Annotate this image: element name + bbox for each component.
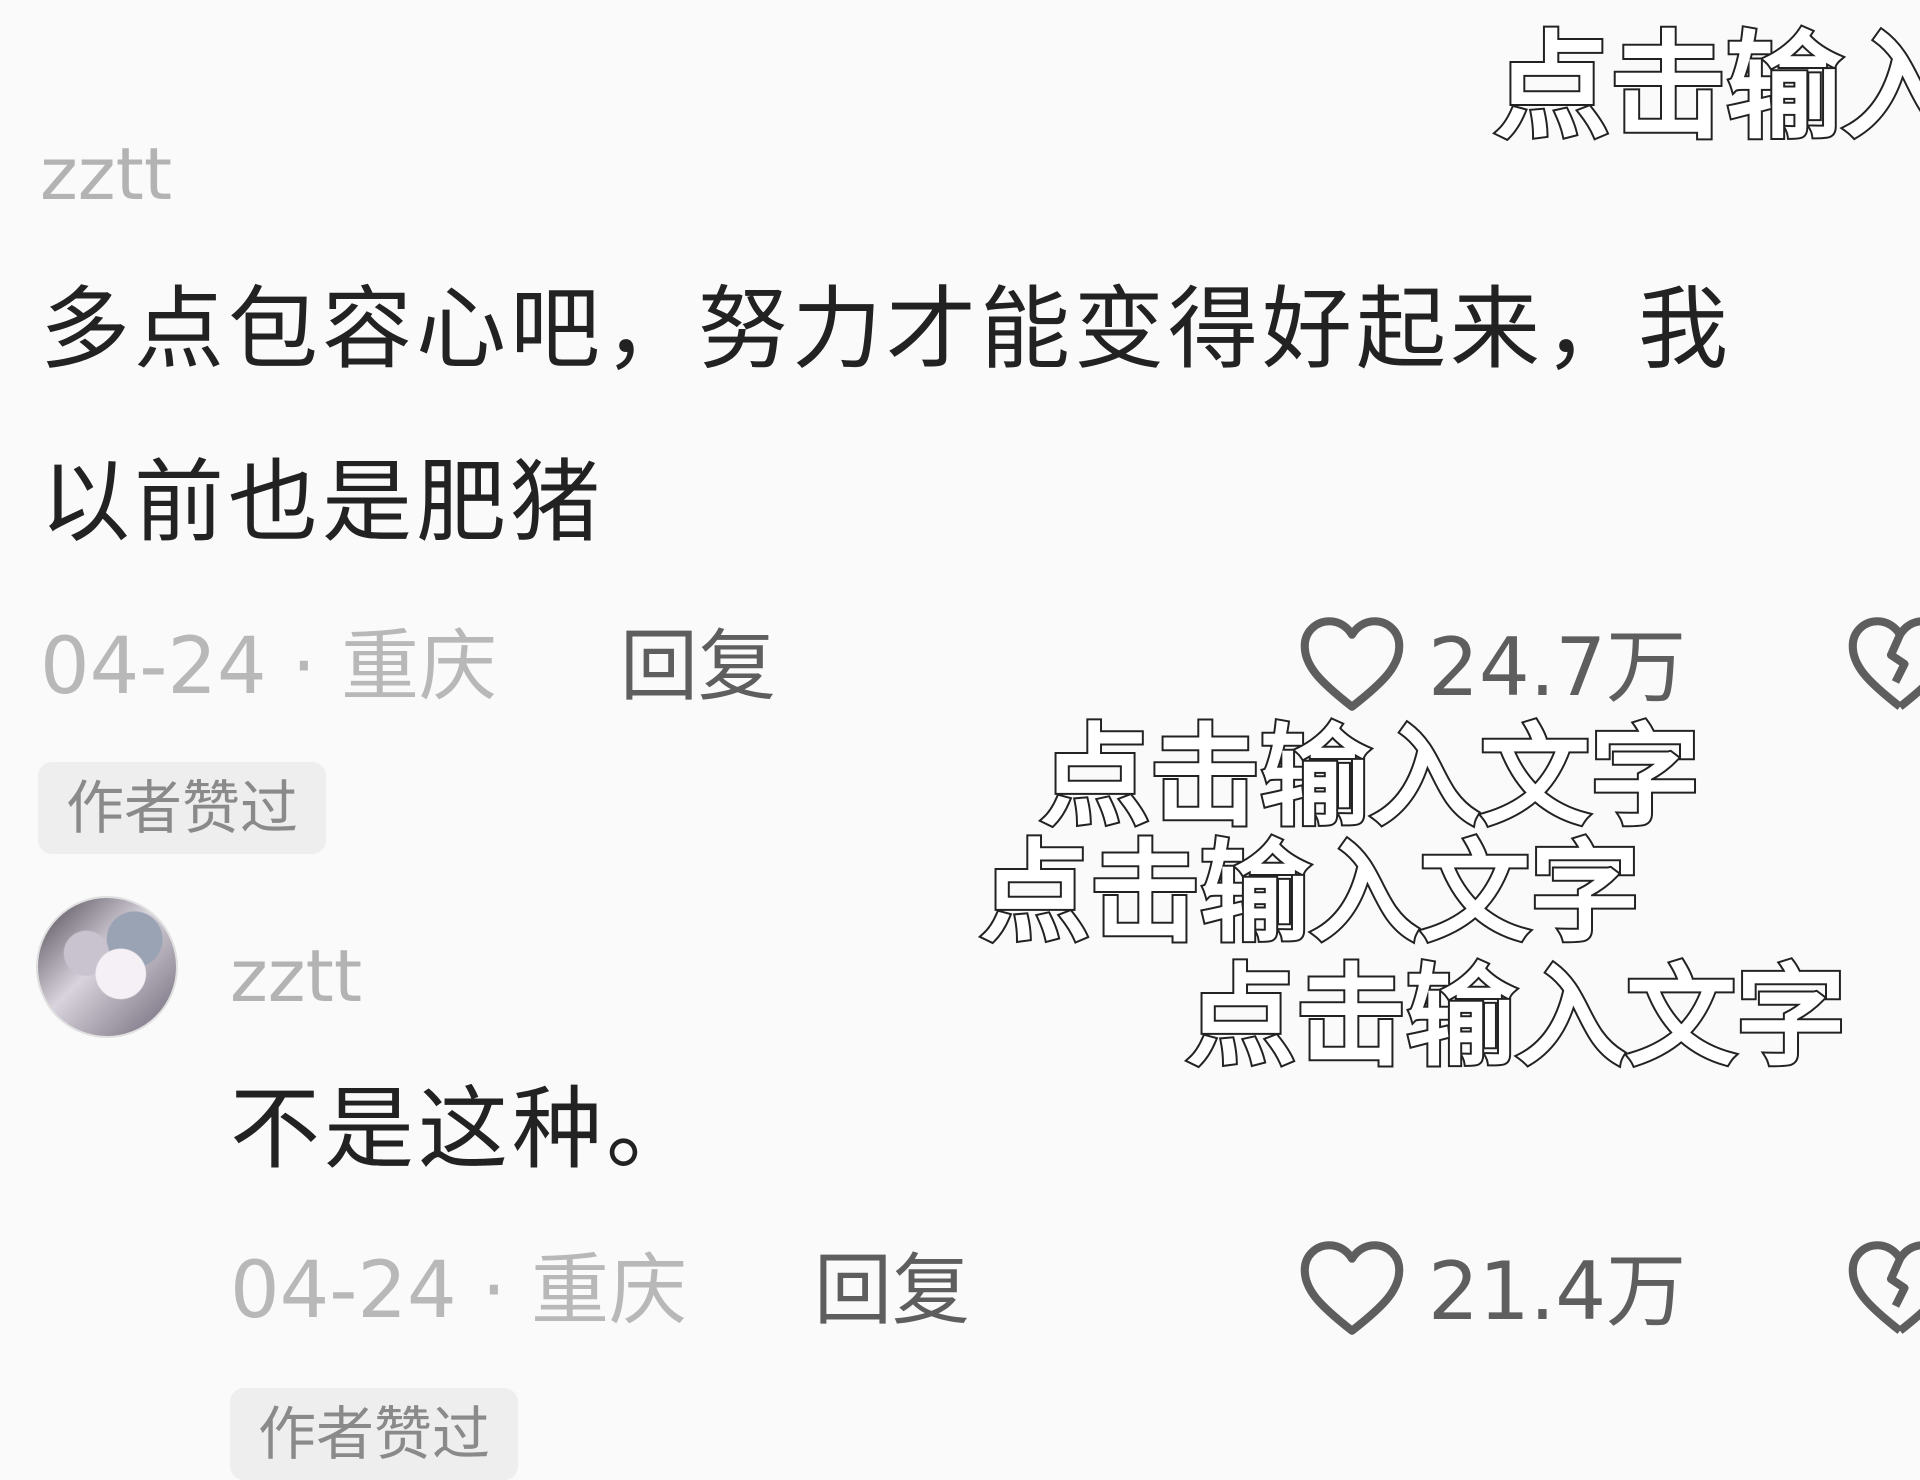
broken-heart-icon[interactable] [1846,614,1920,714]
comment2-meta: 04-24 · 重庆 [230,1252,687,1330]
comment1-date: 04-24 [40,622,267,712]
comment1-meta: 04-24 · 重庆 [40,628,497,706]
heart-outline-icon[interactable] [1298,1238,1406,1338]
comment2-username[interactable]: zztt [230,940,362,1012]
comment1-location: 重庆 [341,622,498,712]
broken-heart-icon[interactable] [1846,1238,1920,1338]
comment1-author-liked-badge: 作者赞过 [38,762,327,854]
comment1-separator: · [291,622,317,712]
overlay-text-1[interactable]: 点击输入文字 [1038,720,1702,834]
comment1-text-line1: 多点包容心吧，努力才能变得好起来，我 [40,277,1732,382]
comment1-username[interactable]: zztt [40,138,172,210]
comment2-like-count: 21.4万 [1428,1245,1687,1338]
heart-outline-icon[interactable] [1298,614,1406,714]
comment2-reply-button[interactable]: 回复 [814,1252,970,1330]
comment2-location: 重庆 [531,1246,688,1336]
comment2-author-liked-badge: 作者赞过 [230,1388,519,1480]
comment1-reply-button[interactable]: 回复 [620,628,776,706]
overlay-text-3[interactable]: 点击输入文字 [1184,960,1848,1074]
comment2-separator: · [481,1246,507,1336]
comment1-like-count: 24.7万 [1428,621,1687,714]
comment2-date: 04-24 [230,1246,457,1336]
comment2-text: 不是这种。 [230,1077,700,1182]
overlay-text-top-right[interactable]: 点击输入 [1492,28,1920,148]
comment1-text-line2: 以前也是肥猪 [40,450,604,555]
overlay-text-2[interactable]: 点击输入文字 [978,836,1642,950]
avatar[interactable] [36,896,178,1038]
